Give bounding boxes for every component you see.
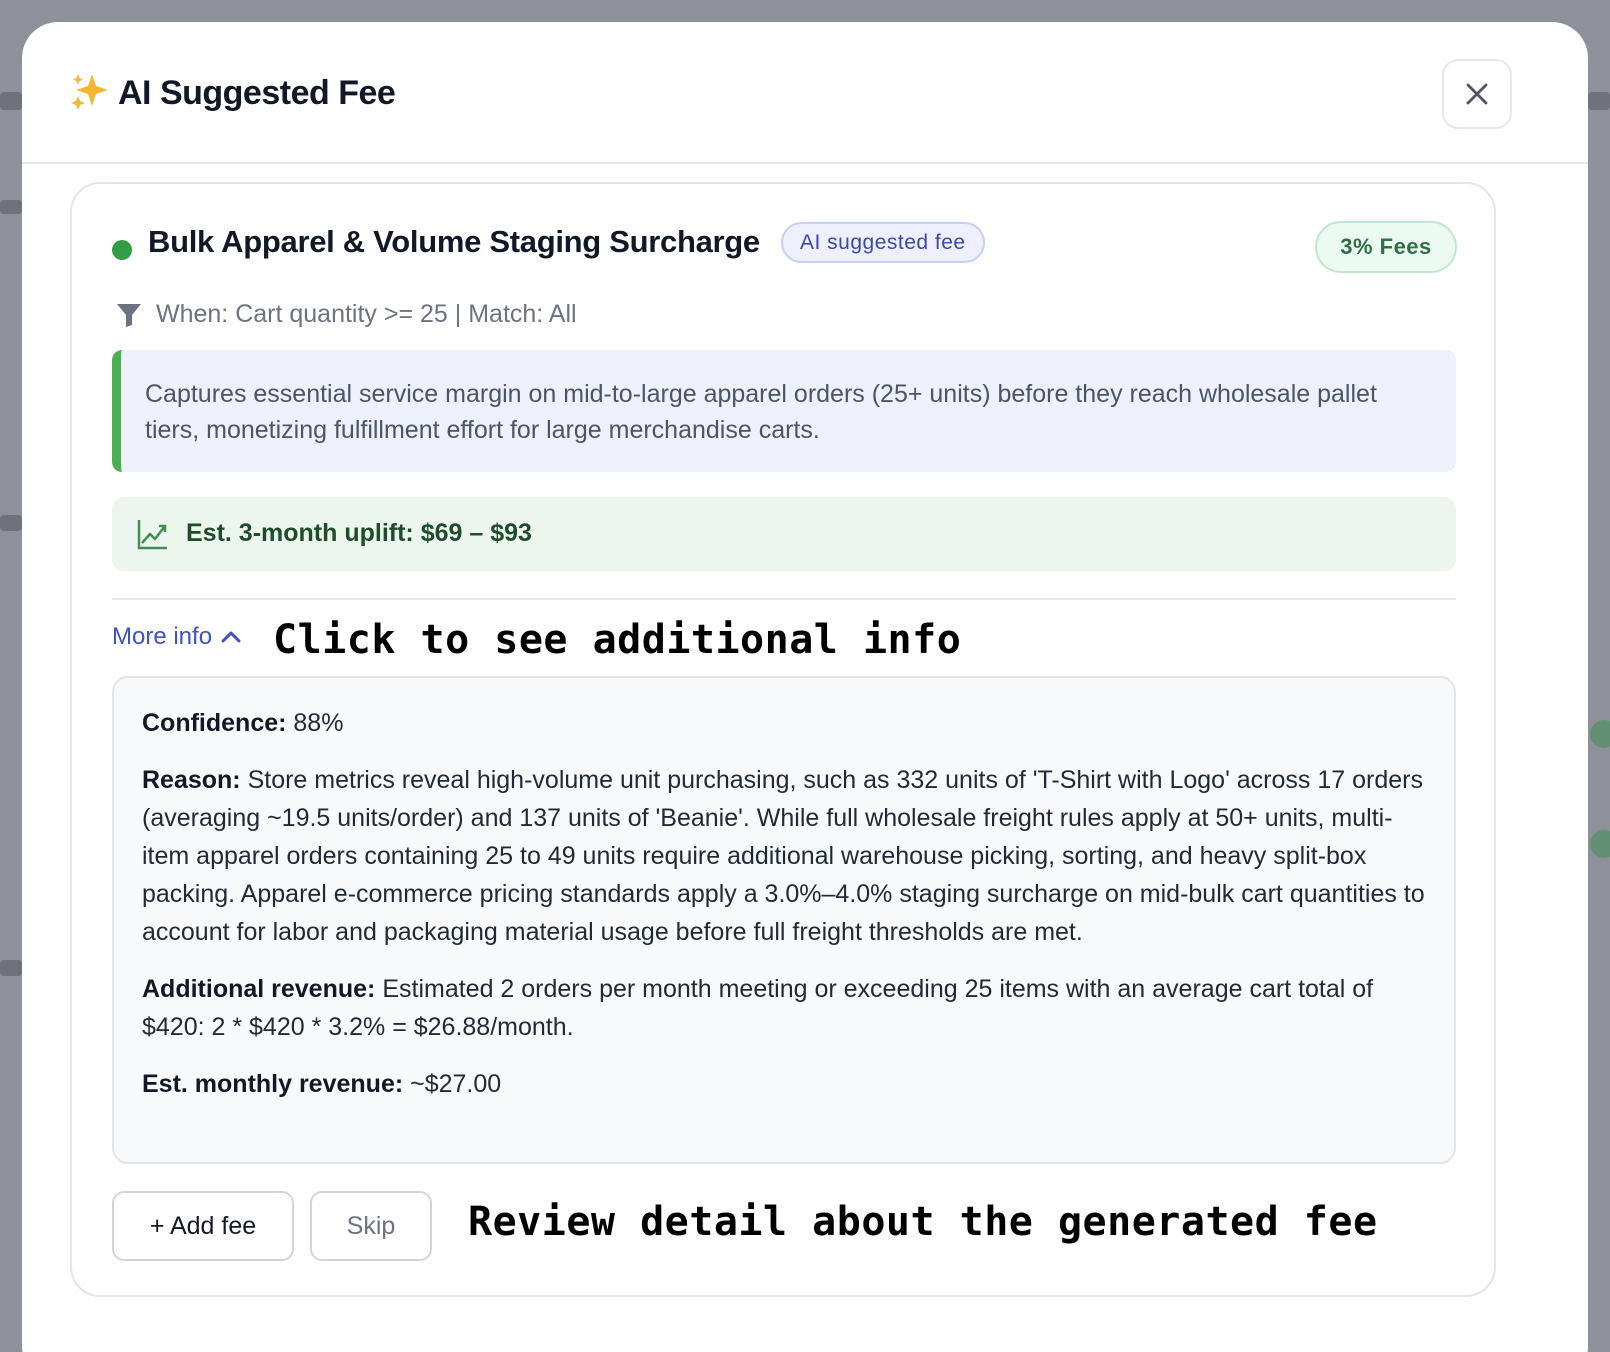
more-info-panel: Confidence: 88% Reason: Store metrics re… xyxy=(112,676,1456,1164)
fee-condition: When: Cart quantity >= 25 | Match: All xyxy=(156,300,577,328)
background-fragment xyxy=(1588,92,1610,110)
fee-description: Captures essential service margin on mid… xyxy=(112,350,1456,472)
fee-description-text: Captures essential service margin on mid… xyxy=(145,380,1377,444)
additional-revenue-label: Additional revenue: xyxy=(142,975,376,1003)
confidence-value: 88% xyxy=(286,709,344,737)
uplift-estimate: Est. 3-month uplift: $69 – $93 xyxy=(112,497,1456,571)
filter-icon xyxy=(117,304,141,327)
chevron-up-icon xyxy=(221,631,241,643)
monthly-revenue-label: Est. monthly revenue: xyxy=(142,1070,404,1098)
confidence-label: Confidence: xyxy=(142,709,287,737)
more-info-label: More info xyxy=(112,623,213,650)
background-fragment xyxy=(0,960,22,976)
reason-value: Store metrics reveal high-volume unit pu… xyxy=(142,766,1425,946)
annotation-more-info: Click to see additional info xyxy=(273,617,962,663)
add-fee-button[interactable]: + Add fee xyxy=(112,1191,294,1261)
additional-revenue-row: Additional revenue: Estimated 2 orders p… xyxy=(142,970,1426,1046)
monthly-revenue-value: ~$27.00 xyxy=(403,1070,502,1098)
modal-title: AI Suggested Fee xyxy=(118,74,396,112)
uplift-text: Est. 3-month uplift: $69 – $93 xyxy=(186,519,532,547)
background-fragment xyxy=(0,200,22,214)
fee-percentage-badge: 3% Fees xyxy=(1315,221,1457,273)
background-fragment xyxy=(1590,720,1610,748)
close-button[interactable] xyxy=(1442,59,1512,129)
modal-header: AI Suggested Fee xyxy=(22,22,1588,164)
monthly-revenue-row: Est. monthly revenue: ~$27.00 xyxy=(142,1065,1426,1103)
reason-label: Reason: xyxy=(142,766,241,794)
status-indicator xyxy=(112,240,132,260)
close-icon xyxy=(1466,83,1488,105)
confidence-row: Confidence: 88% xyxy=(142,704,1426,742)
reason-row: Reason: Store metrics reveal high-volume… xyxy=(142,761,1426,951)
background-fragment xyxy=(0,515,22,531)
fee-name: Bulk Apparel & Volume Staging Surcharge xyxy=(148,224,760,259)
more-info-toggle[interactable]: More info xyxy=(112,623,242,651)
trending-up-icon xyxy=(137,520,167,550)
background-fragment xyxy=(1590,830,1610,858)
ai-suggested-badge: AI suggested fee xyxy=(781,222,985,263)
fee-suggestion-card: Bulk Apparel & Volume Staging Surcharge … xyxy=(70,182,1496,1297)
skip-button[interactable]: Skip xyxy=(310,1191,432,1261)
background-fragment xyxy=(0,92,22,110)
ai-suggested-fee-modal: AI Suggested Fee Bulk Apparel & Volume S… xyxy=(22,22,1588,1352)
annotation-review: Review detail about the generated fee xyxy=(468,1199,1378,1245)
divider xyxy=(112,598,1456,600)
sparkle-icon xyxy=(71,74,108,110)
